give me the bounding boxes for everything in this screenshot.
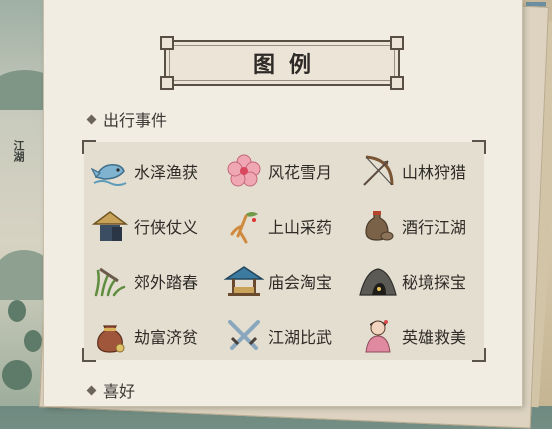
pavilion-icon [224, 261, 264, 301]
legend-item-temple-fair[interactable]: 庙会淘宝 [218, 258, 352, 304]
legend-title: 图例 [252, 52, 325, 78]
legend-item-label: 江湖比武 [268, 328, 333, 347]
flower-icon [224, 151, 264, 191]
legend-item-label: 秘境探宝 [402, 273, 467, 292]
legend-item-herbs[interactable]: 上山采药 [218, 203, 352, 249]
legend-item-chivalry[interactable]: 行侠仗义 [84, 203, 218, 249]
section-events-header: 出行事件 [86, 107, 168, 131]
legend-item-secret-realm[interactable]: 秘境探宝 [352, 258, 484, 304]
legend-item-fishing[interactable]: 水泽渔获 [84, 148, 218, 194]
legend-item-label: 酒行江湖 [402, 218, 467, 237]
legend-item-romance[interactable]: 风花雪月 [218, 148, 352, 194]
section-hobbies-header: 喜好 [86, 378, 136, 402]
crossed-swords-icon [224, 316, 264, 356]
diamond-bullet-icon [86, 114, 97, 124]
legend-item-label: 山林狩猎 [402, 163, 467, 182]
ginseng-icon [224, 206, 264, 246]
section-hobbies-label: 喜好 [103, 382, 136, 401]
legend-sheet: 图例 出行事件 水泽渔获 风花雪月 山林狩猎 行侠仗义 上山采药 酒行江湖 郊外… [44, 0, 522, 406]
legend-item-label: 劫富济贫 [134, 328, 199, 347]
legend-item-wine[interactable]: 酒行江湖 [352, 203, 484, 249]
legend-item-label: 上山采药 [268, 218, 333, 237]
legend-item-hunting[interactable]: 山林狩猎 [352, 148, 484, 194]
map-region-label: 江湖 [12, 140, 25, 162]
section-events-label: 出行事件 [103, 111, 168, 130]
legend-item-label: 水泽渔获 [134, 163, 199, 182]
legend-item-hero-rescue[interactable]: 英雄救美 [352, 313, 484, 359]
legend-panel: 水泽渔获 风花雪月 山林狩猎 行侠仗义 上山采药 酒行江湖 郊外踏春 庙会淘宝 … [82, 140, 486, 362]
cave-icon [358, 261, 398, 301]
grass-brush-icon [90, 261, 130, 301]
legend-item-label: 庙会淘宝 [268, 273, 333, 292]
legend-item-label: 英雄救美 [402, 328, 467, 347]
legend-item-robin-hood[interactable]: 劫富济贫 [84, 313, 218, 359]
legend-item-label: 行侠仗义 [134, 218, 199, 237]
legend-item-martial-contest[interactable]: 江湖比武 [218, 313, 352, 359]
legend-title-plaque: 图例 [160, 36, 404, 90]
money-bag-icon [90, 316, 130, 356]
legend-item-spring-outing[interactable]: 郊外踏春 [84, 258, 218, 304]
diamond-bullet-icon [86, 385, 97, 395]
legend-item-label: 风花雪月 [268, 163, 333, 182]
wine-jar-icon [358, 206, 398, 246]
legend-item-label: 郊外踏春 [134, 273, 199, 292]
straw-hat-icon [90, 206, 130, 246]
fish-icon [90, 151, 130, 191]
legend-grid: 水泽渔获 风花雪月 山林狩猎 行侠仗义 上山采药 酒行江湖 郊外踏春 庙会淘宝 … [84, 148, 484, 359]
bow-icon [358, 151, 398, 191]
lady-icon [358, 316, 398, 356]
